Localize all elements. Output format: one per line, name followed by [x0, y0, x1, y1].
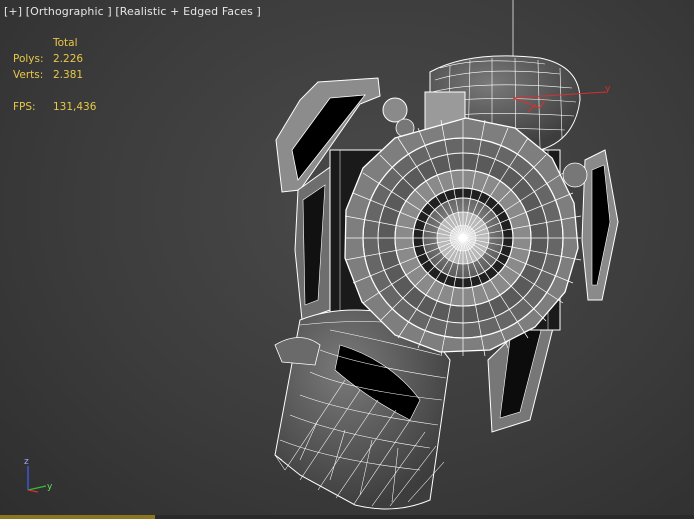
axis-z-label: z — [24, 457, 29, 467]
polys-value: 2.226 — [53, 53, 84, 65]
axis-tripod-icon: z y — [24, 457, 53, 493]
verts-value: 2.381 — [53, 69, 84, 81]
glove-model-wireframe[interactable]: y z y — [0, 0, 694, 519]
stats-header: Total — [53, 37, 78, 49]
viewport-orthographic[interactable]: y z y [+] [Orthographic ] [Realistic + E… — [0, 0, 694, 519]
fps-label: FPS: — [13, 101, 36, 113]
viewport-label-menu[interactable]: [+] [Orthographic ] [Realistic + Edged F… — [4, 5, 261, 18]
viewport-active-indicator — [0, 515, 155, 519]
axis-y-label: y — [47, 482, 53, 492]
fps-value: 131,436 — [53, 101, 97, 113]
verts-label: Verts: — [13, 69, 44, 81]
gizmo-y-label: y — [605, 84, 611, 94]
polys-label: Polys: — [13, 53, 44, 65]
gauntlet-disk — [344, 117, 582, 357]
